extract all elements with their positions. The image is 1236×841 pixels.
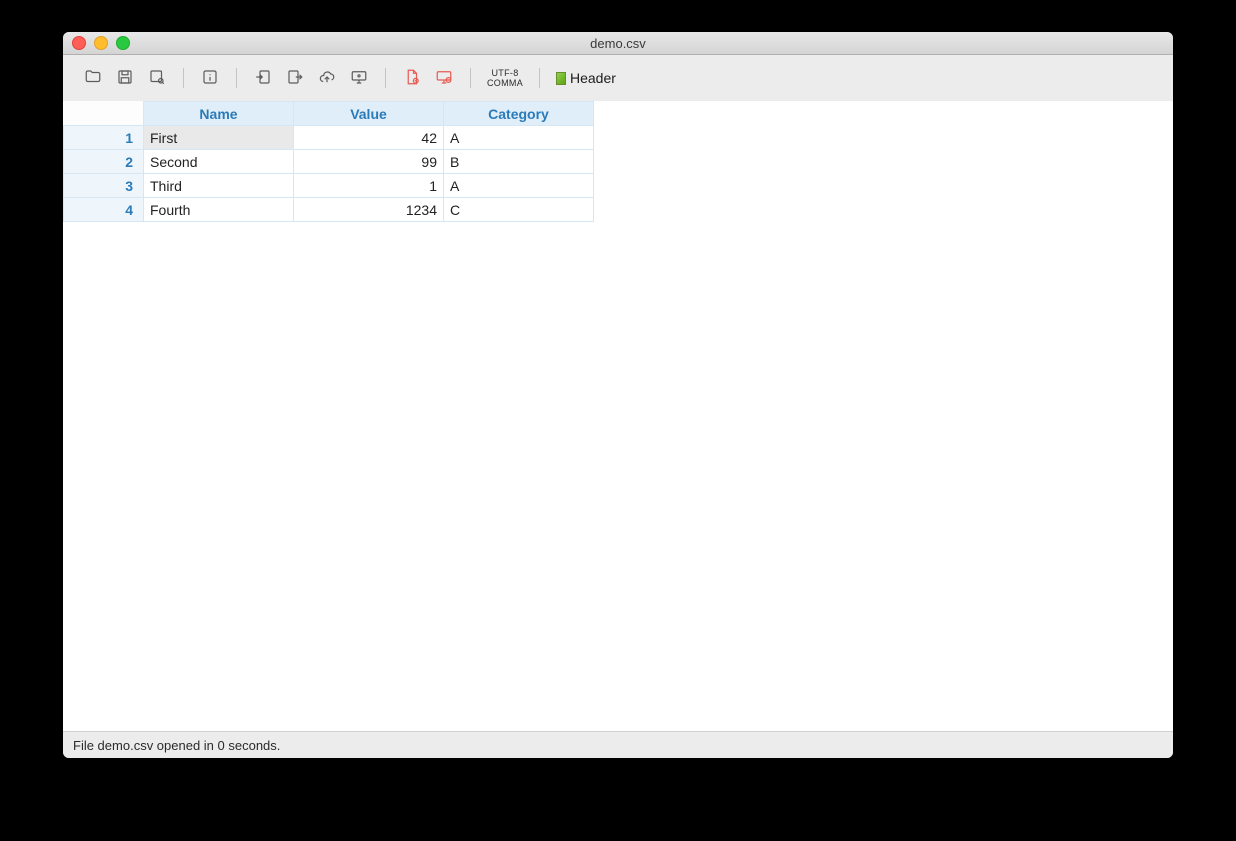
cell[interactable]: C xyxy=(444,198,594,222)
column-header[interactable]: Value xyxy=(294,102,444,126)
row-index[interactable]: 2 xyxy=(64,150,144,174)
upload-button[interactable] xyxy=(311,63,343,93)
window-title: demo.csv xyxy=(63,36,1173,51)
floppy-disk-icon xyxy=(116,68,134,89)
minimize-icon[interactable] xyxy=(94,36,108,50)
encoding-line1: UTF-8 xyxy=(487,68,523,78)
table-header-row: NameValueCategory xyxy=(64,102,594,126)
header-toggle[interactable]: Header xyxy=(550,70,622,86)
toolbar-separator xyxy=(183,68,184,88)
column-header[interactable]: Name xyxy=(144,102,294,126)
table-row: 3Third1A xyxy=(64,174,594,198)
cell[interactable]: Second xyxy=(144,150,294,174)
delete-row-button[interactable] xyxy=(396,63,428,93)
download-button[interactable] xyxy=(343,63,375,93)
close-icon[interactable] xyxy=(72,36,86,50)
floppy-search-icon xyxy=(148,68,166,89)
csv-table: NameValueCategory 1First42A2Second99B3Th… xyxy=(63,101,594,222)
cell[interactable]: A xyxy=(444,174,594,198)
monitor-download-icon xyxy=(350,68,368,89)
cell[interactable]: First xyxy=(144,126,294,150)
encoding-line2: COMMA xyxy=(487,78,523,88)
save-file-button[interactable] xyxy=(109,63,141,93)
cell[interactable]: 99 xyxy=(294,150,444,174)
export-button[interactable] xyxy=(279,63,311,93)
toolbar: UTF-8 COMMA Header xyxy=(63,55,1173,101)
cell[interactable]: Fourth xyxy=(144,198,294,222)
export-icon xyxy=(286,68,304,89)
flag-icon xyxy=(556,72,566,85)
screen-delete-icon xyxy=(435,68,453,89)
delete-column-button[interactable] xyxy=(428,63,460,93)
cell[interactable]: A xyxy=(444,126,594,150)
cell[interactable]: B xyxy=(444,150,594,174)
table-row: 4Fourth1234C xyxy=(64,198,594,222)
table-area[interactable]: NameValueCategory 1First42A2Second99B3Th… xyxy=(63,101,1173,731)
corner-cell[interactable] xyxy=(64,102,144,126)
toolbar-separator xyxy=(539,68,540,88)
traffic-lights xyxy=(63,36,130,50)
cell[interactable]: Third xyxy=(144,174,294,198)
app-window: demo.csv xyxy=(63,32,1173,758)
import-button[interactable] xyxy=(247,63,279,93)
toolbar-separator xyxy=(236,68,237,88)
zoom-icon[interactable] xyxy=(116,36,130,50)
open-file-button[interactable] xyxy=(77,63,109,93)
save-as-button[interactable] xyxy=(141,63,173,93)
info-button[interactable] xyxy=(194,63,226,93)
column-header[interactable]: Category xyxy=(444,102,594,126)
titlebar[interactable]: demo.csv xyxy=(63,32,1173,55)
status-text: File demo.csv opened in 0 seconds. xyxy=(73,738,280,753)
row-index[interactable]: 3 xyxy=(64,174,144,198)
cell[interactable]: 42 xyxy=(294,126,444,150)
row-index[interactable]: 1 xyxy=(64,126,144,150)
cell[interactable]: 1234 xyxy=(294,198,444,222)
table-body: 1First42A2Second99B3Third1A4Fourth1234C xyxy=(64,126,594,222)
cell[interactable]: 1 xyxy=(294,174,444,198)
toolbar-separator xyxy=(385,68,386,88)
header-toggle-label: Header xyxy=(570,70,616,86)
folder-open-icon xyxy=(84,68,102,89)
cloud-upload-icon xyxy=(318,68,336,89)
table-row: 1First42A xyxy=(64,126,594,150)
encoding-indicator[interactable]: UTF-8 COMMA xyxy=(481,68,529,88)
import-icon xyxy=(254,68,272,89)
toolbar-separator xyxy=(470,68,471,88)
status-bar: File demo.csv opened in 0 seconds. xyxy=(63,731,1173,758)
row-index[interactable]: 4 xyxy=(64,198,144,222)
info-icon xyxy=(201,68,219,89)
table-row: 2Second99B xyxy=(64,150,594,174)
file-delete-icon xyxy=(403,68,421,89)
